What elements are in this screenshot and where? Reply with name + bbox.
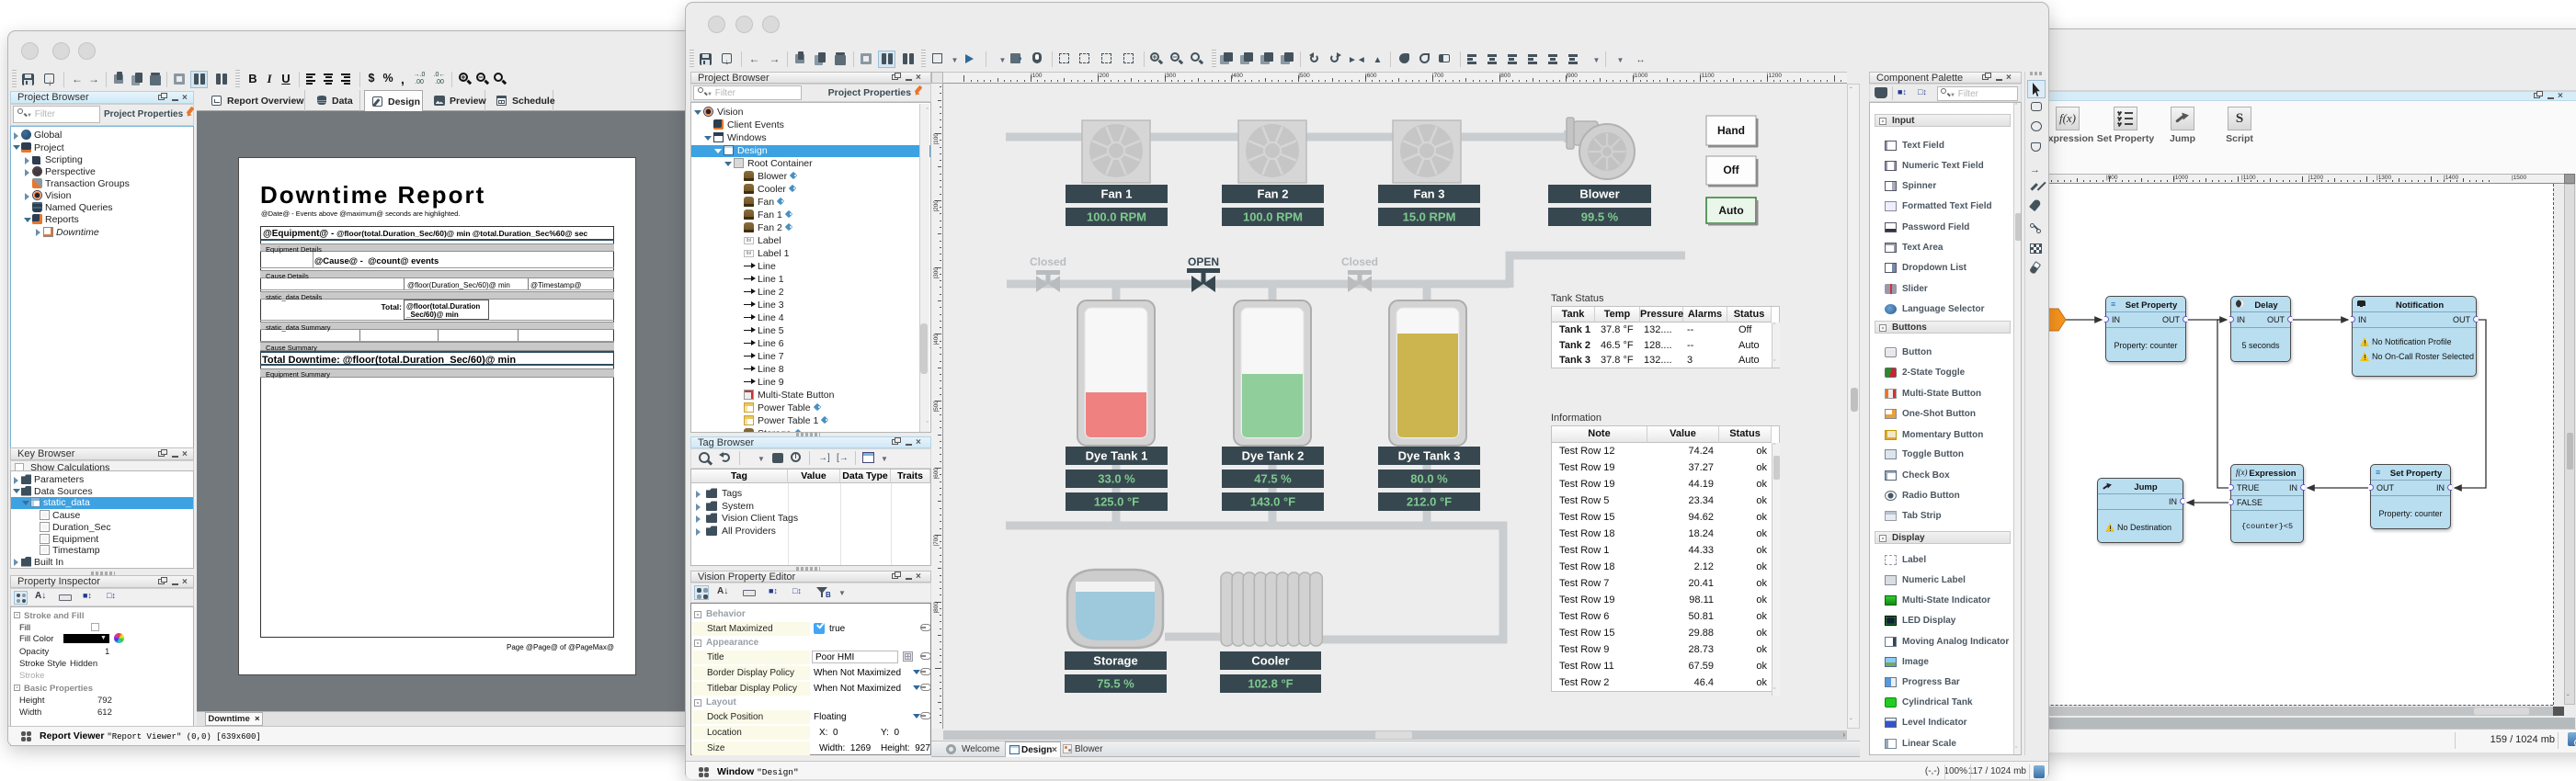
svg-text:33.0 %: 33.0 % (1098, 472, 1135, 486)
svg-text:75.5 %: 75.5 % (1097, 677, 1134, 691)
svg-text:Cooler: Cooler (1251, 654, 1289, 668)
svg-text:Fan 2: Fan 2 (1258, 187, 1289, 201)
svg-text:99.5 %: 99.5 % (1581, 210, 1619, 224)
svg-text:Storage: Storage (1093, 654, 1137, 668)
svg-text:100.0 RPM: 100.0 RPM (1243, 210, 1303, 224)
svg-text:Hand: Hand (1717, 124, 1745, 137)
svg-text:Blower: Blower (1579, 187, 1619, 201)
svg-text:125.0 °F: 125.0 °F (1094, 495, 1139, 509)
svg-text:Dye Tank 1: Dye Tank 1 (1086, 449, 1148, 463)
svg-text:Fan 3: Fan 3 (1414, 187, 1445, 201)
svg-text:OPEN: OPEN (1188, 255, 1219, 268)
svg-text:Auto: Auto (1718, 204, 1743, 217)
svg-text:15.0 RPM: 15.0 RPM (1403, 210, 1456, 224)
svg-text:Off: Off (1723, 164, 1739, 176)
svg-text:47.5 %: 47.5 % (1254, 472, 1292, 486)
svg-text:212.0 °F: 212.0 °F (1407, 495, 1452, 509)
svg-text:Closed: Closed (1341, 255, 1378, 268)
svg-text:Closed: Closed (1030, 255, 1066, 268)
svg-text:Dye Tank 3: Dye Tank 3 (1398, 449, 1461, 463)
svg-text:102.8 °F: 102.8 °F (1248, 677, 1293, 691)
svg-text:143.0 °F: 143.0 °F (1250, 495, 1295, 509)
svg-text:100.0 RPM: 100.0 RPM (1087, 210, 1146, 224)
svg-text:Fan 1: Fan 1 (1101, 187, 1133, 201)
svg-text:Dye Tank 2: Dye Tank 2 (1242, 449, 1305, 463)
svg-text:80.0 %: 80.0 % (1410, 472, 1448, 486)
